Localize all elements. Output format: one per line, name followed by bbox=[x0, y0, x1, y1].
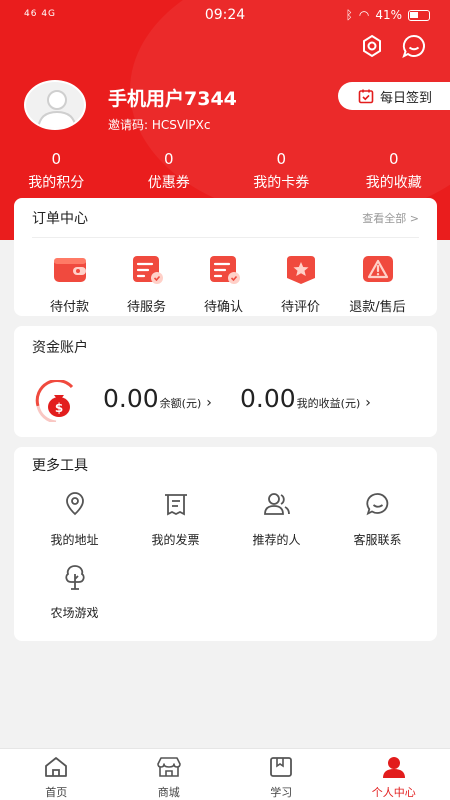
view-all-orders-link[interactable]: 查看全部 > bbox=[362, 210, 419, 226]
wifi-icon: ◠ bbox=[358, 8, 370, 22]
stat-coupons[interactable]: 0 优惠券 bbox=[113, 150, 226, 192]
balance-label: 余额(元) bbox=[159, 397, 202, 410]
tab-label: 学习 bbox=[270, 786, 293, 799]
chat-icon bbox=[365, 493, 388, 516]
tree-icon bbox=[64, 565, 85, 590]
stat-value: 0 bbox=[163, 150, 174, 168]
status-bar: 46 4G 09:24 ᛒ ◠ 41% bbox=[0, 0, 450, 30]
order-pending-payment[interactable]: 待付款 bbox=[31, 252, 108, 315]
divider bbox=[32, 237, 419, 238]
battery-icon bbox=[408, 9, 430, 21]
order-label: 待服务 bbox=[126, 300, 166, 315]
tool-my-invoice[interactable]: 我的发票 bbox=[125, 491, 226, 548]
tool-label: 我的地址 bbox=[50, 533, 99, 547]
tool-label: 客服联系 bbox=[353, 533, 402, 547]
stat-favorites[interactable]: 0 我的收藏 bbox=[338, 150, 450, 192]
signin-label: 每日签到 bbox=[380, 90, 433, 106]
stat-value: 0 bbox=[51, 150, 62, 168]
tools-row-1: 我的地址 我的发票 推荐的人 客服联系 bbox=[24, 491, 428, 548]
tab-personal-center[interactable]: 个人中心 bbox=[338, 749, 450, 800]
bottom-tab-bar: 首页 商城 学习 个人中心 bbox=[0, 748, 450, 800]
user-icon bbox=[382, 757, 405, 778]
svg-text:$: $ bbox=[55, 401, 63, 415]
order-center-title: 订单中心 bbox=[32, 211, 88, 227]
message-icon[interactable] bbox=[400, 32, 428, 60]
stat-label: 优惠券 bbox=[147, 175, 190, 191]
tool-farm-game[interactable]: 农场游戏 bbox=[24, 564, 125, 621]
chevron-right-icon: › bbox=[365, 395, 371, 411]
stats-row: 0 我的积分 0 优惠券 0 我的卡券 0 我的收藏 bbox=[0, 150, 450, 192]
people-icon bbox=[263, 493, 290, 515]
order-center-card: 订单中心 查看全部 > 待付款 待服务 待确认 待评价 退款/售后 bbox=[14, 198, 437, 316]
tool-label: 农场游戏 bbox=[50, 606, 99, 620]
tab-learning[interactable]: 学习 bbox=[225, 749, 338, 800]
balance-value: 0.00 bbox=[103, 384, 159, 413]
income-label: 我的收益(元) bbox=[296, 397, 361, 410]
stat-value: 0 bbox=[276, 150, 287, 168]
stat-value: 0 bbox=[388, 150, 399, 168]
home-icon bbox=[45, 757, 68, 777]
shop-icon bbox=[156, 757, 181, 777]
star-icon bbox=[286, 256, 315, 284]
tools-row-2: 农场游戏 bbox=[24, 564, 125, 621]
funds-title: 资金账户 bbox=[32, 340, 88, 356]
invite-code: 邀请码: HCSVlPXc bbox=[108, 118, 211, 132]
tab-label: 首页 bbox=[45, 786, 68, 799]
avatar[interactable] bbox=[24, 80, 86, 130]
order-pending-review[interactable]: 待评价 bbox=[262, 252, 339, 315]
order-label: 退款/售后 bbox=[349, 300, 406, 315]
tool-label: 我的发票 bbox=[151, 533, 200, 547]
user-nickname: 手机用户7344 bbox=[108, 88, 237, 110]
tools-title: 更多工具 bbox=[32, 458, 88, 474]
tool-referrals[interactable]: 推荐的人 bbox=[226, 491, 327, 548]
order-pending-service[interactable]: 待服务 bbox=[108, 252, 185, 315]
wallet-icon bbox=[53, 258, 86, 282]
tool-my-address[interactable]: 我的地址 bbox=[24, 491, 125, 548]
warning-icon bbox=[362, 256, 393, 282]
tool-label: 推荐的人 bbox=[252, 533, 301, 547]
order-label: 待付款 bbox=[49, 300, 89, 315]
daily-signin-button[interactable]: 每日签到 bbox=[338, 82, 450, 110]
income-value: 0.00 bbox=[240, 384, 296, 413]
order-label: 待确认 bbox=[203, 300, 243, 315]
stat-cards[interactable]: 0 我的卡券 bbox=[225, 150, 338, 192]
stat-label: 我的卡券 bbox=[253, 175, 310, 191]
settings-icon[interactable] bbox=[358, 32, 386, 60]
balance-block[interactable]: 0.00 余额(元) › bbox=[103, 384, 212, 413]
calendar-icon bbox=[358, 89, 374, 104]
funds-card: 资金账户 $ 0.00 余额(元) › 0.00 我的收益(元) › bbox=[14, 326, 437, 437]
battery-label: 41% bbox=[375, 8, 402, 22]
order-status-row: 待付款 待服务 待确认 待评价 退款/售后 bbox=[31, 252, 416, 315]
bluetooth-icon: ᛒ bbox=[345, 8, 353, 22]
tab-shop[interactable]: 商城 bbox=[113, 749, 226, 800]
order-refund-aftersale[interactable]: 退款/售后 bbox=[339, 252, 416, 315]
income-block[interactable]: 0.00 我的收益(元) › bbox=[240, 384, 371, 413]
stat-label: 我的积分 bbox=[28, 175, 85, 191]
stat-points[interactable]: 0 我的积分 bbox=[0, 150, 113, 192]
more-tools-card: 更多工具 我的地址 我的发票 推荐的人 客服联系 农场游戏 bbox=[14, 447, 437, 641]
chevron-right-icon: › bbox=[206, 395, 212, 411]
money-bag-icon: $ bbox=[35, 380, 74, 422]
status-right: ᛒ ◠ 41% bbox=[346, 8, 430, 22]
confirm-icon bbox=[209, 256, 240, 284]
stat-label: 我的收藏 bbox=[365, 175, 422, 191]
location-icon bbox=[65, 492, 84, 516]
order-label: 待评价 bbox=[280, 300, 320, 315]
tool-customer-service[interactable]: 客服联系 bbox=[327, 491, 428, 548]
service-icon bbox=[132, 256, 163, 284]
tab-home[interactable]: 首页 bbox=[0, 749, 113, 800]
order-pending-confirm[interactable]: 待确认 bbox=[185, 252, 262, 315]
tab-label: 商城 bbox=[157, 786, 180, 799]
book-icon bbox=[270, 757, 293, 777]
invoice-icon bbox=[164, 494, 187, 516]
tab-label: 个人中心 bbox=[371, 786, 416, 799]
